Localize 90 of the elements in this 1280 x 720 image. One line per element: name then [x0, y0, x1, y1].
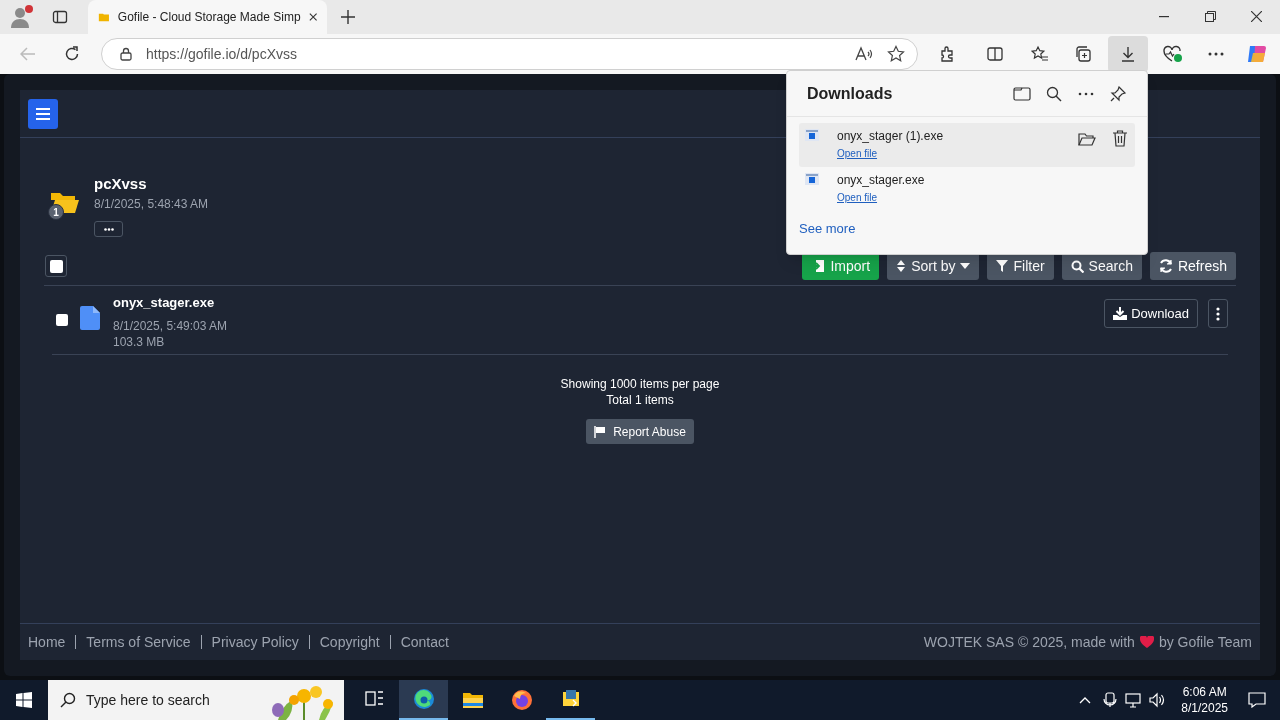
notification-icon[interactable]	[1248, 692, 1266, 708]
caret-icon	[960, 263, 971, 269]
minimize-icon[interactable]	[1159, 16, 1169, 18]
heart-pulse-icon[interactable]	[1162, 45, 1184, 63]
app-file-icon	[805, 129, 819, 141]
report-abuse-button[interactable]: Report Abuse	[586, 419, 694, 444]
refresh-button[interactable]: Refresh	[1149, 252, 1236, 280]
lock-icon	[120, 47, 132, 61]
folder-icon[interactable]	[1078, 130, 1096, 147]
footer-link[interactable]: Copyright	[319, 631, 380, 653]
panel-title: Downloads	[807, 83, 894, 104]
favorite-icon[interactable]	[887, 45, 905, 63]
volume-icon[interactable]	[1149, 692, 1166, 708]
folder-name: pcXvss	[94, 175, 148, 193]
time-text: 6:06 AM	[1182, 684, 1227, 700]
footer-link[interactable]: Home	[28, 631, 66, 653]
profile-icon[interactable]	[8, 4, 34, 30]
open-file-link[interactable]: Open file	[837, 191, 878, 205]
extensions-icon[interactable]	[938, 45, 956, 63]
file-name[interactable]: onyx_stager.exe	[113, 295, 1105, 311]
see-more-link[interactable]: See more	[799, 219, 856, 239]
kebab-icon	[1216, 306, 1220, 321]
close-icon[interactable]	[1251, 11, 1262, 22]
pin-icon[interactable]	[1109, 84, 1127, 103]
delete-icon[interactable]	[1112, 130, 1128, 147]
tab-title: Gofile - Cloud Storage Made Simp	[117, 9, 301, 26]
folder-icon[interactable]	[1013, 84, 1031, 103]
downloads-button[interactable]	[1108, 36, 1148, 72]
more-button[interactable]	[94, 221, 123, 237]
select-all-checkbox[interactable]	[49, 259, 63, 273]
file-checkbox[interactable]	[56, 314, 68, 326]
url-text: https://gofile.io/d/pcXvss	[146, 44, 298, 64]
total-text: Total 1 items	[606, 392, 674, 408]
download-file-name: onyx_stager.exe	[837, 172, 926, 188]
download-button[interactable]: Download	[1104, 299, 1198, 328]
windows-icon	[16, 692, 32, 708]
options-button[interactable]	[1208, 299, 1228, 328]
credit-text: by Gofile Team	[1158, 632, 1252, 652]
clock[interactable]: 6:06 AM 8/1/2025	[1175, 684, 1234, 716]
flag-icon	[594, 425, 607, 438]
footer-link[interactable]: Terms of Service	[86, 631, 191, 653]
more-icon[interactable]	[1208, 52, 1224, 56]
favorites-icon[interactable]	[1031, 45, 1049, 63]
reload-icon[interactable]	[64, 46, 80, 62]
download-icon	[1120, 46, 1136, 62]
split-screen-icon[interactable]	[986, 45, 1004, 63]
restore-icon[interactable]	[1205, 11, 1216, 22]
folder-date: 8/1/2025, 5:48:43 AM	[94, 196, 209, 213]
sort-icon	[896, 259, 907, 273]
open-file-link[interactable]: Open file	[837, 147, 878, 161]
footer-link[interactable]: Privacy Policy	[211, 631, 299, 653]
edge-icon	[412, 688, 435, 710]
per-page-text: Showing 1000 items per page	[560, 376, 720, 392]
download-file-name: onyx_stager (1).exe	[837, 128, 945, 144]
footer-link[interactable]: Contact	[400, 631, 449, 653]
read-aloud-icon[interactable]	[855, 46, 873, 62]
menu-icon	[36, 107, 50, 120]
app-file-icon	[805, 173, 819, 185]
search-placeholder: Type here to search	[86, 690, 210, 710]
download-icon	[1113, 307, 1128, 320]
file-row[interactable]: onyx_stager.exe 8/1/2025, 5:49:03 AM 103.3 MB Download	[52, 286, 1228, 355]
browser-tab[interactable]: Gofile - Cloud Storage Made Simp	[88, 0, 327, 34]
taskbar-app[interactable]	[399, 680, 448, 720]
address-bar[interactable]: https://gofile.io/d/pcXvss	[101, 38, 918, 70]
tab-actions-icon[interactable]	[52, 9, 68, 25]
folder-icon	[98, 11, 110, 23]
search-icon[interactable]	[1045, 84, 1063, 103]
refresh-icon	[1158, 259, 1173, 273]
credit-text: WOJTEK SAS © 2025, made with	[923, 632, 1135, 652]
download-item[interactable]: onyx_stager (1).exe Open file	[799, 123, 1135, 167]
search-icon	[1070, 259, 1084, 273]
collections-icon[interactable]	[1075, 45, 1093, 63]
menu-button[interactable]	[28, 98, 58, 129]
file-size: 103.3 MB	[113, 334, 166, 350]
new-tab-icon[interactable]	[341, 10, 355, 24]
download-item[interactable]: onyx_stager.exe Open file	[799, 167, 1135, 211]
firefox-icon	[510, 689, 533, 711]
file-icon	[80, 306, 100, 330]
ellipsis-icon	[103, 227, 114, 231]
copilot-icon[interactable]	[1246, 43, 1268, 65]
chevron-up-icon[interactable]	[1079, 696, 1092, 704]
count-badge: 1	[48, 204, 64, 220]
close-icon[interactable]	[308, 12, 317, 22]
microphone-icon[interactable]	[1103, 692, 1118, 708]
search-icon	[60, 692, 76, 708]
file-date: 8/1/2025, 5:49:03 AM	[113, 318, 229, 334]
heart-icon	[1139, 636, 1154, 648]
date-text: 8/1/2025	[1181, 700, 1228, 716]
filter-icon	[996, 260, 1009, 272]
network-icon[interactable]	[1125, 692, 1142, 708]
